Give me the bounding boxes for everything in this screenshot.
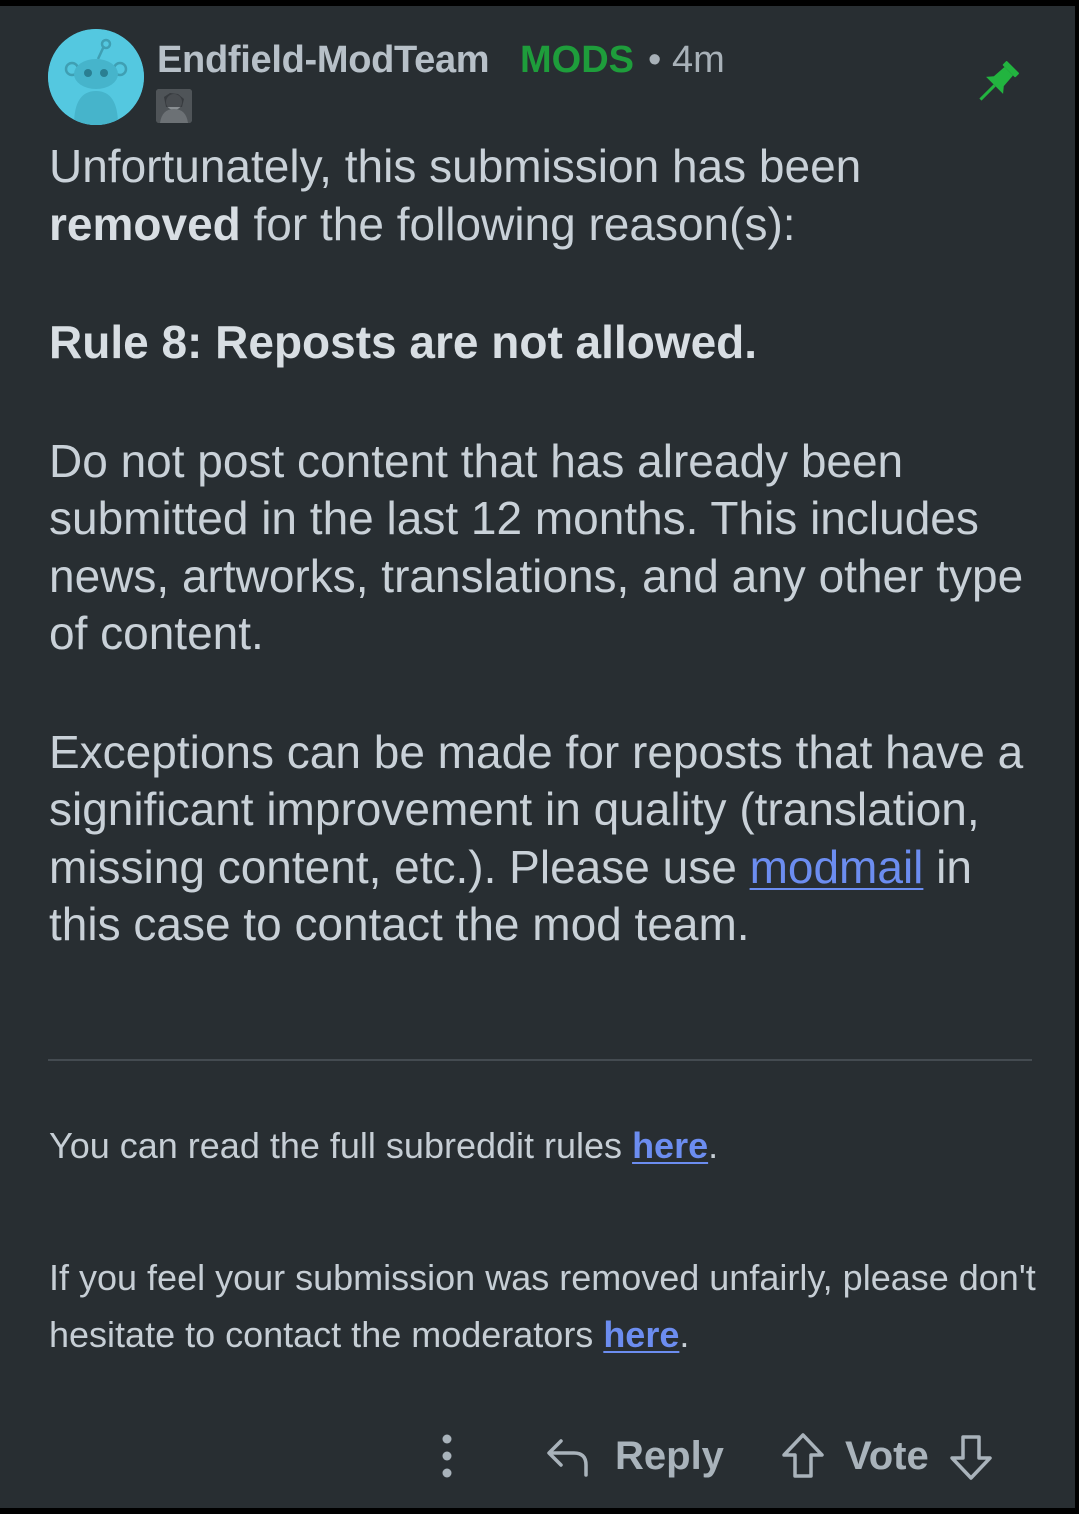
vote-count: Vote — [845, 1434, 929, 1478]
author-username[interactable]: Endfield-ModTeam — [157, 39, 490, 82]
rules-here-link[interactable]: here — [632, 1125, 708, 1166]
more-vertical-icon[interactable] — [432, 1431, 462, 1481]
downvote-arrow-icon[interactable] — [948, 1432, 994, 1482]
contact-here-link[interactable]: here — [603, 1314, 679, 1355]
upvote-arrow-icon[interactable] — [780, 1431, 826, 1481]
mods-badge: MODS — [520, 39, 634, 81]
separator-dot: • — [648, 39, 662, 81]
modmail-link[interactable]: modmail — [750, 841, 924, 893]
reply-arrow-icon[interactable] — [544, 1431, 592, 1479]
divider — [48, 1059, 1032, 1061]
user-flair-image — [156, 89, 192, 123]
pin-icon — [979, 61, 1019, 101]
comment-age: 4m — [672, 39, 725, 81]
comment-card: Endfield-ModTeam MODS • 4m Unfortunately… — [0, 6, 1075, 1508]
comment-body: Unfortunately, this submission has been … — [49, 138, 1034, 954]
contact-notice: If you feel your submission was removed … — [49, 1257, 1036, 1355]
exceptions-paragraph: Exceptions can be made for reposts that … — [49, 725, 1024, 951]
reply-button[interactable]: Reply — [615, 1434, 724, 1479]
rule-title: Rule 8: Reposts are not allowed. — [49, 316, 758, 368]
removal-intro: Unfortunately, this submission has been … — [49, 140, 862, 250]
rule-description: Do not post content that has already bee… — [49, 434, 1024, 660]
author-avatar[interactable] — [48, 29, 144, 125]
rules-notice: You can read the full subreddit rules he… — [49, 1125, 719, 1166]
snoo-avatar-icon — [48, 29, 144, 125]
